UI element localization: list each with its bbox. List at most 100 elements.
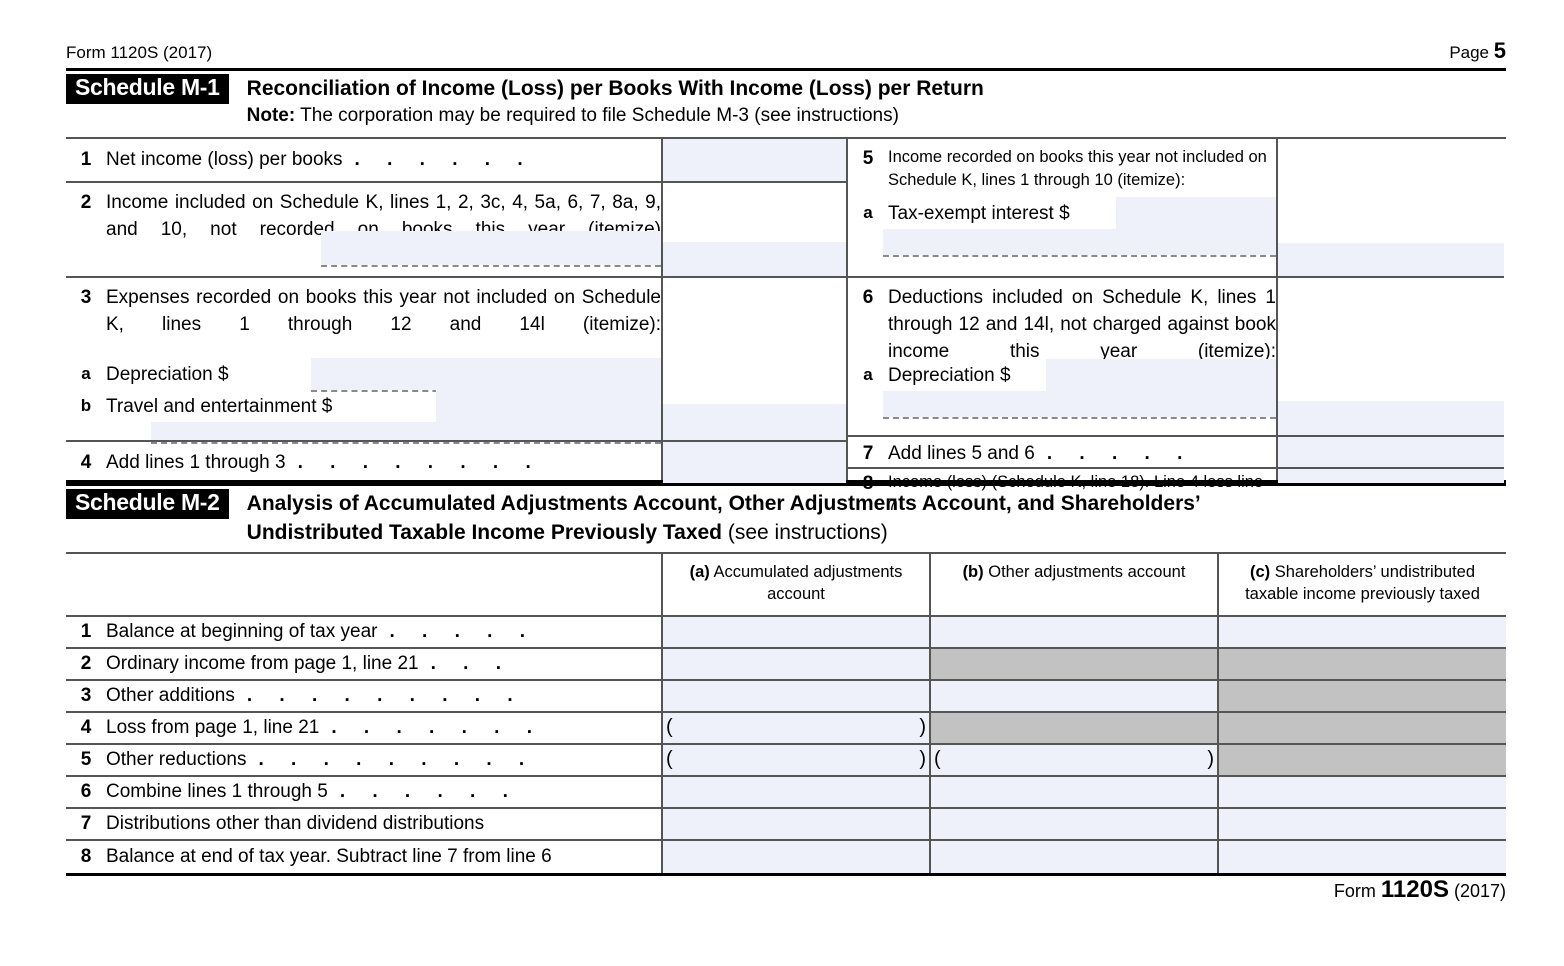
m2-row-6-leader: . . . . . . [339,780,519,802]
m1-line-6a-number: a [863,365,873,384]
m2-row-7-number: 7 [80,812,92,834]
m1-left-amount-column [661,139,846,483]
m2-row-7-cell-b[interactable] [929,808,1217,839]
page-footer: Form 1120S (2017) [1334,876,1506,904]
m1-line-2-amount[interactable] [663,242,846,276]
m1-line-3-amount[interactable] [663,404,846,440]
m2-row-3-cell-a[interactable] [661,680,929,711]
m2-row-6-cell-c[interactable] [1217,776,1506,807]
m2-row-5-label: Other reductions [106,748,247,770]
m2-row-2-cell-a[interactable] [661,648,929,679]
m1-line-8-amount[interactable] [1278,469,1504,483]
m2-row-8-label-cell: 8 Balance at end of tax year. Subtract l… [66,841,661,873]
m2-row-5-cell-c-blocked [1217,744,1506,775]
m2-row-8-cell-c[interactable] [1217,840,1506,873]
m1-line-5a-amount-field[interactable] [1116,197,1276,229]
m1-line-1-number: 1 [80,149,92,170]
m2-row-4-cell-a-paren-close: ) [919,716,926,739]
m1-line-2: 2 Income included on Schedule K, lines 1… [66,183,661,278]
footer-form-word: Form [1333,881,1376,901]
m1-line-7: 7 Add lines 5 and 6 . . . . . [848,437,1276,469]
m1-line-4-label: Add lines 1 through 3 [106,452,286,473]
m2-row-1: 1 Balance at beginning of tax year . . . … [66,616,1506,649]
m2-column-header-b-label: Other adjustments account [988,563,1186,581]
m1-line-2-number: 2 [80,192,92,213]
m2-row-1-cell-c[interactable] [1217,616,1506,647]
m2-row-4-leader: . . . . . . . [331,716,543,738]
m1-line-3a-number: a [81,364,91,383]
schedule-m2-title-line1: Analysis of Accumulated Adjustments Acco… [246,492,1201,515]
m1-line-3b-fill-rule-lower [151,442,661,444]
page-header: Form 1120S (2017) Page 5 [66,38,1506,64]
m1-line-1-amount[interactable] [663,139,846,183]
m2-row-3-label: Other additions [106,684,235,706]
form-page: Form 1120S (2017) Page 5 Schedule M-1 Re… [0,0,1564,966]
m1-line-6a-amount-field[interactable] [1046,359,1276,391]
m2-row-4-cell-a-paren-open: ( [666,716,673,739]
m2-row-6: 6 Combine lines 1 through 5 . . . . . . [66,776,1506,809]
m2-row-7-cell-c[interactable] [1217,808,1506,839]
schedule-m2-tag: Schedule M-2 [66,489,229,519]
page-number-label: Page 5 [1449,38,1506,63]
m2-row-4-label-cell: 4 Loss from page 1, line 21 . . . . . . . [66,713,661,743]
m1-right-text-column: 5 Income recorded on books this year not… [846,139,1276,514]
m2-row-6-cell-b[interactable] [929,776,1217,807]
m2-row-8-cell-b[interactable] [929,840,1217,873]
m2-column-header-c-label: Shareholders’ undistributed taxable inco… [1245,563,1480,603]
m2-row-8-number: 8 [80,845,92,867]
m2-row-1-label-cell: 1 Balance at beginning of tax year . . . … [66,617,661,647]
m1-line-5a-label: Tax-exempt interest $ [888,203,1070,224]
m2-row-7-cell-a[interactable] [661,808,929,839]
m1-line-6-amount[interactable] [1278,401,1504,435]
m2-row-5-label-cell: 5 Other reductions . . . . . . . . . [66,745,661,775]
m1-line-7-amount[interactable] [1278,437,1504,469]
m1-left-text-column: 1 Net income (loss) per books . . . . . .… [66,139,661,480]
m1-line-5-extra-field[interactable] [883,229,1276,255]
m2-row-4-cell-a[interactable]: ( ) [661,712,929,743]
m1-line-5-amount-cell [1278,139,1504,278]
m2-row-5-leader: . . . . . . . . . [258,748,536,770]
m2-row-6-number: 6 [80,780,92,802]
m2-row-8: 8 Balance at end of tax year. Subtract l… [66,840,1506,873]
m1-line-4-amount[interactable] [663,442,846,483]
m2-row-6-cell-a[interactable] [661,776,929,807]
m1-line-3a-label: Depreciation $ [106,364,229,385]
m2-row-3-leader: . . . . . . . . . [246,684,524,706]
m2-row-5-cell-b[interactable]: ( ) [929,744,1217,775]
schedule-m1-title: Reconciliation of Income (Loss) per Book… [246,77,984,100]
schedule-m1-grid: 1 Net income (loss) per books . . . . . .… [66,137,1506,514]
schedule-m2-title-line2-reg: (see instructions) [722,520,888,544]
m1-line-5-amount[interactable] [1278,243,1504,276]
m2-row-2-label: Ordinary income from page 1, line 21 [106,652,419,674]
schedule-m2-title-line2-bold: Undistributed Taxable Income Previously … [246,520,723,544]
m1-line-5: 5 Income recorded on books this year not… [848,139,1276,278]
m2-row-7: 7 Distributions other than dividend dist… [66,808,1506,841]
m1-line-6: 6 Deductions included on Schedule K, lin… [848,278,1276,437]
m2-row-1-cell-a[interactable] [661,616,929,647]
m2-row-1-cell-b[interactable] [929,616,1217,647]
m2-column-header-a-key: (a) [689,563,710,581]
m1-line-3b-number: b [80,396,92,415]
m1-line-2-fill-rule [321,265,661,267]
form-id-header: Form 1120S (2017) [66,43,213,62]
m2-row-1-number: 1 [80,620,92,642]
m2-row-1-leader: . . . . . [389,620,536,642]
m2-row-7-label-cell: 7 Distributions other than dividend dist… [66,809,661,839]
m1-line-3-label: Expenses recorded on books this year not… [106,287,661,335]
schedule-m2-title-line2: Undistributed Taxable Income Previously … [247,518,1201,547]
m1-line-3b-extra-field[interactable] [151,422,661,440]
m1-line-3a-amount-field[interactable] [311,358,661,390]
m2-row-3-label-cell: 3 Other additions . . . . . . . . . [66,681,661,711]
m1-line-6-label: Deductions included on Schedule K, lines… [888,287,1276,362]
m2-row-8-cell-a[interactable] [661,840,929,873]
m1-line-6-amount-cell [1278,278,1504,437]
m1-line-7-leader: . . . . . [1046,443,1194,464]
m2-row-5-cell-a[interactable]: ( ) [661,744,929,775]
m2-row-4-cell-b-blocked [929,712,1217,743]
m1-line-2-itemize-field[interactable] [321,231,661,265]
page-number-value: 5 [1493,38,1506,63]
m2-column-header-c: (c) Shareholders’ undistributed taxable … [1217,554,1506,615]
m1-line-3b-amount-field[interactable] [436,390,661,422]
m2-row-3-cell-b[interactable] [929,680,1217,711]
m1-line-6-extra-field[interactable] [883,391,1276,417]
